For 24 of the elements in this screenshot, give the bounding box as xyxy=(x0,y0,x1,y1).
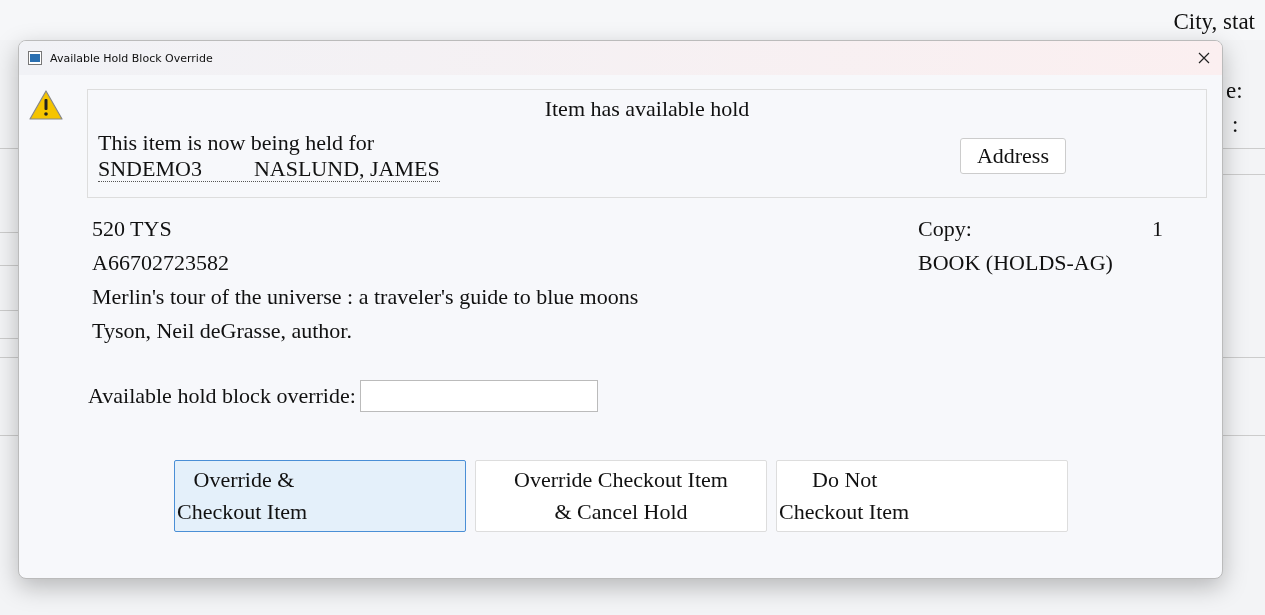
field-label: Available hold block override: xyxy=(88,383,356,409)
message-heading: Item has available hold xyxy=(543,96,751,122)
action-button[interactable]: Do Not Checkout Item xyxy=(776,460,1068,532)
close-icon[interactable] xyxy=(1198,52,1210,64)
message-text: This item is now being held for xyxy=(98,130,376,156)
warning-icon xyxy=(29,90,63,120)
input-field[interactable] xyxy=(359,380,598,412)
page-text: : xyxy=(1232,112,1239,138)
item-detail: 520 TYS xyxy=(92,215,173,243)
copy-label: Copy: xyxy=(918,215,972,243)
action-button[interactable]: Override & Checkout Item xyxy=(174,460,466,532)
page-text: e: xyxy=(1226,78,1243,104)
item-detail: Merlin's tour of the universe : a traveler's guide to blue moons xyxy=(92,283,639,311)
window-title: Available Hold Block Override xyxy=(50,51,214,65)
item-detail: A66702723582 xyxy=(92,249,230,277)
page-text: City, stat xyxy=(1173,9,1255,35)
patron-id: SNDEMO3 xyxy=(98,156,202,182)
item-detail: Tyson, Neil deGrasse, author. xyxy=(92,317,353,345)
patron-name: NASLUND, JAMES xyxy=(253,156,440,182)
app-icon xyxy=(28,51,42,65)
address-button[interactable]: Address xyxy=(959,138,1066,175)
action-button[interactable]: Override Checkout Item & Cancel Hold xyxy=(475,460,767,532)
item-format: BOOK (HOLDS-AG) xyxy=(918,249,1114,277)
copy-value: 1 xyxy=(1152,215,1163,243)
